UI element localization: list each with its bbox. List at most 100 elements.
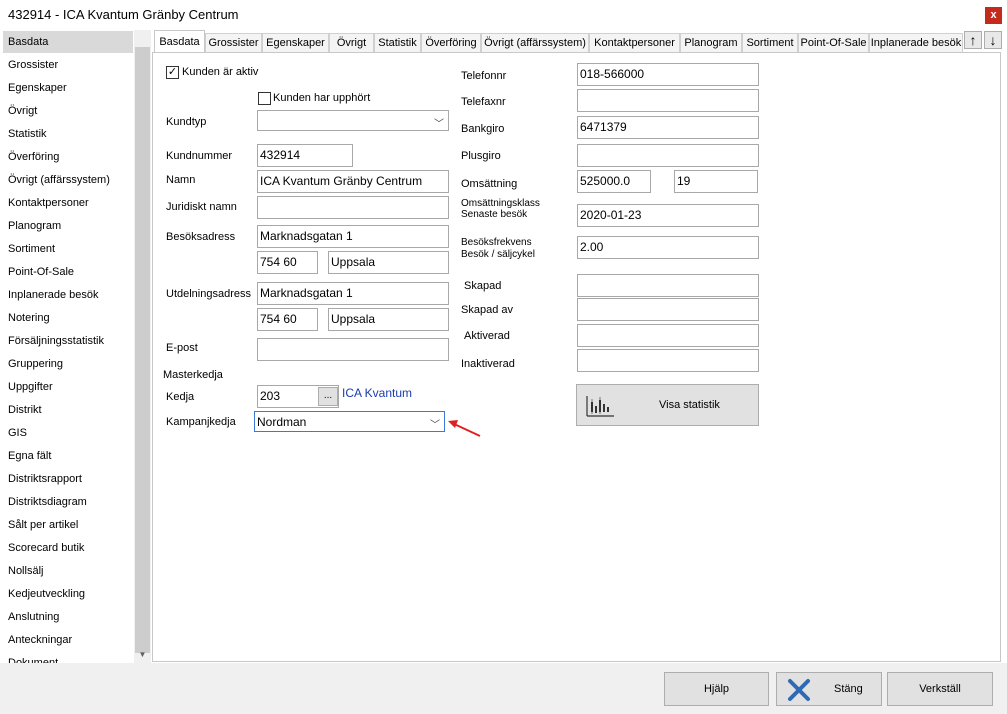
- sidebar-item-gruppering[interactable]: Gruppering: [3, 353, 133, 375]
- sidebar-item-gis[interactable]: GIS: [3, 422, 133, 444]
- kampanjkedja-label: Kampanjkedja: [166, 416, 236, 428]
- besoksadress-zip-input[interactable]: 754 60: [257, 251, 318, 274]
- epost-input[interactable]: [257, 338, 449, 361]
- sidebar-item-forsaljningsstatistik[interactable]: Försäljningsstatistik: [3, 330, 133, 352]
- kundtyp-select[interactable]: ﹀: [257, 110, 449, 131]
- sidebar-item-sortiment[interactable]: Sortiment: [3, 238, 133, 260]
- kunden-upphort-checkbox[interactable]: [258, 92, 271, 105]
- omsattning-input[interactable]: 525000.0: [577, 170, 651, 193]
- namn-label: Namn: [166, 174, 196, 186]
- senaste-besok-label: Senaste besök: [461, 209, 528, 220]
- sidebar-item-ovrigt-affarssystem[interactable]: Övrigt (affärssystem): [3, 169, 133, 191]
- sidebar-scroll-thumb[interactable]: [135, 47, 150, 653]
- sidebar-item-anslutning[interactable]: Anslutning: [3, 606, 133, 628]
- plusgiro-input[interactable]: [577, 144, 759, 167]
- kedja-browse-button[interactable]: ...: [318, 387, 338, 406]
- besoksadress-city-input[interactable]: Uppsala: [328, 251, 449, 274]
- arrow-down-icon[interactable]: ↓: [984, 31, 1002, 49]
- kunden-aktiv-checkbox[interactable]: ✓: [166, 66, 179, 79]
- tab-basdata[interactable]: Basdata: [154, 30, 205, 52]
- namn-input[interactable]: ICA Kvantum Gränby Centrum: [257, 170, 449, 193]
- tab-sortiment[interactable]: Sortiment: [742, 33, 798, 52]
- sidebar-item-egna-falt[interactable]: Egna fält: [3, 445, 133, 467]
- juridiskt-namn-input[interactable]: [257, 196, 449, 219]
- utdelningsadress-zip-input[interactable]: 754 60: [257, 308, 318, 331]
- sidebar-item-overforing[interactable]: Överföring: [3, 146, 133, 168]
- tab-statistik[interactable]: Statistik: [374, 33, 421, 52]
- aktiverad-input[interactable]: [577, 324, 759, 347]
- skapad-av-label: Skapad av: [461, 304, 513, 316]
- tab-point-of-sale[interactable]: Point-Of-Sale: [798, 33, 869, 52]
- kundnummer-label: Kundnummer: [166, 150, 233, 162]
- tab-inplanerade-besok[interactable]: Inplanerade besök: [869, 33, 963, 52]
- sidebar-item-statistik[interactable]: Statistik: [3, 123, 133, 145]
- chart-icon: [586, 396, 614, 417]
- verkstall-button[interactable]: Verkställ: [887, 672, 993, 706]
- tab-planogram[interactable]: Planogram: [680, 33, 742, 52]
- sidebar-item-nollsalj[interactable]: Nollsälj: [3, 560, 133, 582]
- skapad-label: Skapad: [464, 280, 502, 292]
- sidebar-item-salt-per-artikel[interactable]: Sålt per artikel: [3, 514, 133, 536]
- inaktiverad-input[interactable]: [577, 349, 759, 372]
- chevron-down-icon: ﹀: [430, 420, 440, 431]
- sidebar-item-egenskaper[interactable]: Egenskaper: [3, 77, 133, 99]
- utdelningsadress-street-input[interactable]: Marknadsgatan 1: [257, 282, 449, 305]
- sidebar-item-point-of-sale[interactable]: Point-Of-Sale: [3, 261, 133, 283]
- tab-egenskaper[interactable]: Egenskaper: [262, 33, 329, 52]
- skapad-av-input[interactable]: [577, 298, 759, 321]
- aktiverad-label: Aktiverad: [464, 330, 510, 342]
- sidebar-item-dokument[interactable]: Dokument: [3, 652, 133, 663]
- sidebar-item-ovrigt[interactable]: Övrigt: [3, 100, 133, 122]
- sidebar-scrollbar[interactable]: ▼: [134, 30, 151, 663]
- telefonnr-input[interactable]: 018-566000: [577, 63, 759, 86]
- tab-grossister[interactable]: Grossister: [205, 33, 262, 52]
- kedja-link[interactable]: ICA Kvantum: [342, 386, 412, 400]
- sidebar-item-inplanerade-besok[interactable]: Inplanerade besök: [3, 284, 133, 306]
- tab-strip: Basdata Grossister Egenskaper Övrigt Sta…: [152, 30, 1004, 52]
- sidebar-item-kontaktpersoner[interactable]: Kontaktpersoner: [3, 192, 133, 214]
- sidebar-item-planogram[interactable]: Planogram: [3, 215, 133, 237]
- kundnummer-input[interactable]: 432914: [257, 144, 353, 167]
- annotation-arrow-icon: [448, 420, 481, 437]
- stang-button[interactable]: Stäng: [776, 672, 882, 706]
- visa-statistik-label: Visa statistik: [659, 399, 720, 411]
- tab-ovrigt[interactable]: Övrigt: [329, 33, 374, 52]
- bankgiro-label: Bankgiro: [461, 123, 505, 135]
- sidebar-item-anteckningar[interactable]: Anteckningar: [3, 629, 133, 651]
- sidebar-item-distriktsdiagram[interactable]: Distriktsdiagram: [3, 491, 133, 513]
- senaste-besok-input[interactable]: 2020-01-23: [577, 204, 759, 227]
- close-button[interactable]: x: [985, 7, 1002, 24]
- hjalp-button[interactable]: Hjälp: [664, 672, 769, 706]
- sidebar-item-distriktsrapport[interactable]: Distriktsrapport: [3, 468, 133, 490]
- sidebar-item-uppgifter[interactable]: Uppgifter: [3, 376, 133, 398]
- scroll-down-icon[interactable]: ▼: [135, 647, 150, 662]
- visa-statistik-button[interactable]: Visa statistik: [576, 384, 759, 426]
- sidebar-item-kedjeutveckling[interactable]: Kedjeutveckling: [3, 583, 133, 605]
- telefaxnr-input[interactable]: [577, 89, 759, 112]
- sidebar-item-basdata[interactable]: Basdata: [3, 31, 133, 53]
- kunden-upphort-label: Kunden har upphört: [273, 92, 371, 104]
- epost-label: E-post: [166, 342, 198, 354]
- arrow-up-icon[interactable]: ↑: [964, 31, 982, 49]
- telefaxnr-label: Telefaxnr: [461, 96, 506, 108]
- skapad-input[interactable]: [577, 274, 759, 297]
- omsattning-label: Omsättning: [461, 178, 518, 190]
- sidebar-item-notering[interactable]: Notering: [3, 307, 133, 329]
- sidebar-item-scorecard-butik[interactable]: Scorecard butik: [3, 537, 133, 559]
- sidebar-item-distrikt[interactable]: Distrikt: [3, 399, 133, 421]
- tab-kontaktpersoner[interactable]: Kontaktpersoner: [589, 33, 680, 52]
- telefonnr-label: Telefonnr: [461, 70, 507, 82]
- besoksadress-street-input[interactable]: Marknadsgatan 1: [257, 225, 449, 248]
- kampanjkedja-select[interactable]: Nordman ﹀: [254, 411, 445, 432]
- omsattningsklass-input[interactable]: 19: [674, 170, 758, 193]
- tab-overforing[interactable]: Överföring: [421, 33, 481, 52]
- kunden-aktiv-label: Kunden är aktiv: [182, 66, 259, 78]
- besok-saljcykel-label: Besök / säljcykel: [461, 249, 535, 260]
- tab-ovrigt-affarssystem[interactable]: Övrigt (affärssystem): [481, 33, 589, 52]
- sidebar-item-grossister[interactable]: Grossister: [3, 54, 133, 76]
- besoksfrekvens-input[interactable]: 2.00: [577, 236, 759, 259]
- utdelningsadress-city-input[interactable]: Uppsala: [328, 308, 449, 331]
- besoksadress-label: Besöksadress: [166, 231, 236, 243]
- utdelningsadress-label: Utdelningsadress: [166, 288, 251, 300]
- bankgiro-input[interactable]: 6471379: [577, 116, 759, 139]
